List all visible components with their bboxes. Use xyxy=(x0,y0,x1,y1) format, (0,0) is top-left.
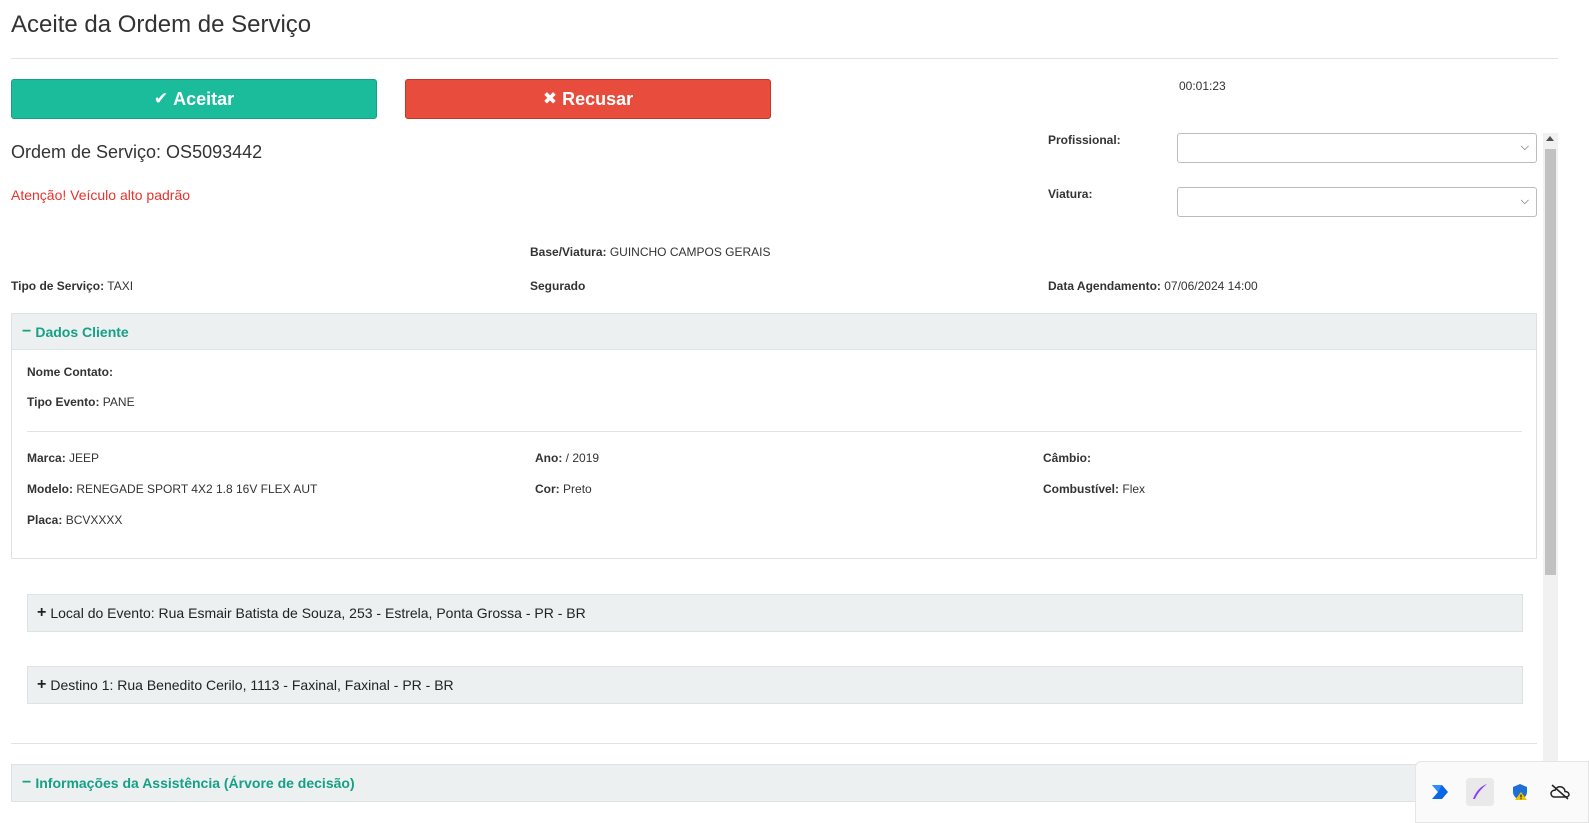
local-evento-header[interactable]: + Local do Evento: Rua Esmair Batista de… xyxy=(27,594,1523,632)
vehicle-warning: Atenção! Veículo alto padrão xyxy=(11,187,191,203)
check-icon: ✔ xyxy=(153,89,169,108)
pen-icon[interactable] xyxy=(1466,778,1494,806)
ano-label: Ano: xyxy=(535,451,563,465)
profissional-label: Profissional: xyxy=(1048,133,1121,147)
data-agendamento-value: 07/06/2024 14:00 xyxy=(1164,279,1258,293)
scroll-thumb[interactable] xyxy=(1545,149,1556,575)
chevron-down-icon: ⌵ xyxy=(1520,195,1529,207)
modelo-label: Modelo: xyxy=(27,482,73,496)
segurado-label: Segurado xyxy=(530,279,586,293)
power-automate-icon[interactable] xyxy=(1426,778,1454,806)
tipo-servico-value: TAXI xyxy=(107,279,134,293)
nome-contato: Nome Contato: xyxy=(27,365,113,379)
cloud-off-icon[interactable] xyxy=(1546,778,1574,806)
destino-header[interactable]: + Destino 1: Rua Benedito Cerilo, 1113 -… xyxy=(27,666,1523,704)
assistencia-title: Informações da Assistência (Árvore de de… xyxy=(35,775,355,791)
page-title: Aceite da Ordem de Serviço xyxy=(11,11,312,38)
base-viatura-value: GUINCHO CAMPOS GERAIS xyxy=(609,245,771,259)
title-divider xyxy=(11,58,1558,59)
cambio: Câmbio: xyxy=(1043,451,1091,465)
order-number: Ordem de Serviço: OS5093442 xyxy=(11,142,263,162)
dados-cliente-title: Dados Cliente xyxy=(35,323,129,340)
refuse-label: Recusar xyxy=(562,88,634,109)
cor-value: Preto xyxy=(563,482,592,496)
close-icon: ✖ xyxy=(542,89,558,108)
data-agendamento-label: Data Agendamento: xyxy=(1048,279,1161,293)
modelo-value: RENEGADE SPORT 4X2 1.8 16V FLEX AUT xyxy=(76,482,318,496)
local-evento-text: Local do Evento: Rua Esmair Batista de S… xyxy=(50,605,586,621)
cor: Cor: Preto xyxy=(535,482,592,496)
vertical-scrollbar[interactable] xyxy=(1543,133,1558,823)
marca: Marca: JEEP xyxy=(27,451,99,465)
tipo-evento-label: Tipo Evento: xyxy=(27,395,100,409)
combustivel: Combustível: Flex xyxy=(1043,482,1145,496)
placa-label: Placa: xyxy=(27,513,63,527)
minus-icon: − xyxy=(22,774,32,791)
viatura-select[interactable]: ⌵ xyxy=(1177,187,1537,217)
ano: Ano: / 2019 xyxy=(535,451,599,465)
combustivel-label: Combustível: xyxy=(1043,482,1120,496)
dados-cliente-body xyxy=(11,350,1537,559)
plus-icon: + xyxy=(37,676,47,693)
placa: Placa: BCVXXXX xyxy=(27,513,122,527)
modelo: Modelo: RENEGADE SPORT 4X2 1.8 16V FLEX … xyxy=(27,482,317,496)
tipo-servico: Tipo de Serviço: TAXI xyxy=(11,279,133,293)
marca-label: Marca: xyxy=(27,451,66,465)
chevron-down-icon: ⌵ xyxy=(1520,141,1529,153)
base-viatura: Base/Viatura: GUINCHO CAMPOS GERAIS xyxy=(530,245,771,259)
plus-icon: + xyxy=(37,604,47,621)
minus-icon: − xyxy=(22,322,32,340)
accept-label: Aceitar xyxy=(173,88,235,109)
base-viatura-label: Base/Viatura: xyxy=(530,245,607,259)
combustivel-value: Flex xyxy=(1122,482,1146,496)
defender-warning-icon[interactable] xyxy=(1506,778,1534,806)
ano-value: / 2019 xyxy=(565,451,600,465)
data-agendamento: Data Agendamento: 07/06/2024 14:00 xyxy=(1048,279,1258,293)
cambio-label: Câmbio: xyxy=(1043,451,1091,465)
nome-contato-label: Nome Contato: xyxy=(27,365,113,379)
destino-text: Destino 1: Rua Benedito Cerilo, 1113 - F… xyxy=(50,677,454,693)
cor-label: Cor: xyxy=(535,482,560,496)
assistencia-header[interactable]: − Informações da Assistência (Árvore de … xyxy=(11,764,1537,802)
tipo-evento-value: PANE xyxy=(102,395,135,409)
scroll-up-arrow-icon[interactable] xyxy=(1546,136,1554,141)
segurado: Segurado xyxy=(530,279,585,293)
refuse-button[interactable]: ✖ Recusar xyxy=(405,79,771,119)
tipo-evento: Tipo Evento: PANE xyxy=(27,395,135,409)
dados-cliente-header[interactable]: − Dados Cliente xyxy=(11,313,1537,350)
viatura-label: Viatura: xyxy=(1048,187,1093,201)
placa-value: BCVXXXX xyxy=(65,513,123,527)
section-divider xyxy=(11,743,1537,744)
floating-toolbar xyxy=(1415,761,1589,823)
countdown-timer: 00:01:23 xyxy=(1179,79,1226,93)
accept-button[interactable]: ✔ Aceitar xyxy=(11,79,377,119)
marca-value: JEEP xyxy=(69,451,100,465)
profissional-select[interactable]: ⌵ xyxy=(1177,133,1537,163)
tipo-servico-label: Tipo de Serviço: xyxy=(11,279,105,293)
cliente-divider xyxy=(27,431,1522,432)
